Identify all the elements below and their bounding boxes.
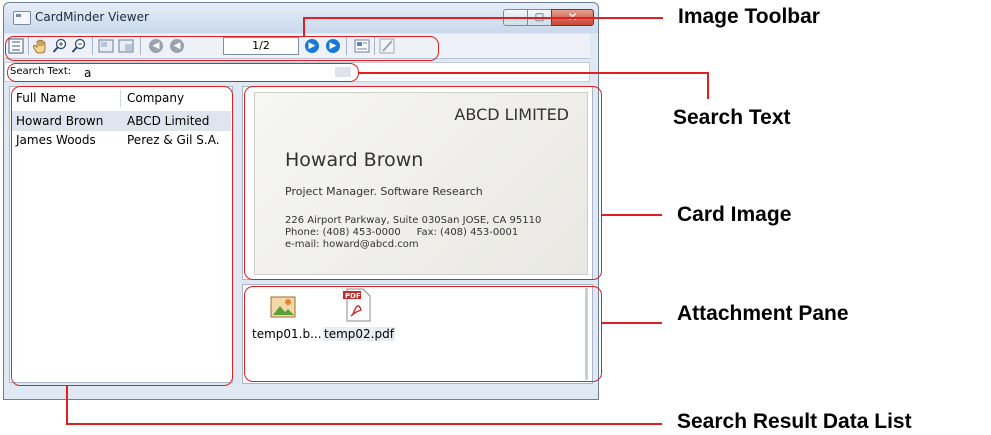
callout-line bbox=[303, 17, 663, 19]
callout-line bbox=[66, 423, 662, 425]
search-highlight bbox=[7, 63, 359, 82]
callout-attachment-pane: Attachment Pane bbox=[677, 302, 849, 325]
callout-image-toolbar: Image Toolbar bbox=[678, 5, 820, 28]
card-image-highlight bbox=[244, 86, 602, 280]
window-title: CardMinder Viewer bbox=[35, 10, 149, 24]
callout-line bbox=[602, 214, 662, 216]
callout-line bbox=[66, 386, 68, 424]
callout-card-image: Card Image bbox=[677, 203, 792, 226]
result-list-highlight bbox=[11, 86, 233, 386]
toolbar-highlight bbox=[5, 36, 439, 61]
app-icon bbox=[13, 11, 31, 25]
callout-line bbox=[303, 17, 305, 37]
callout-line bbox=[602, 322, 662, 324]
callout-search-text: Search Text bbox=[673, 106, 791, 129]
callout-search-result-list: Search Result Data List bbox=[677, 410, 912, 433]
callout-line bbox=[358, 72, 708, 74]
attachment-highlight bbox=[244, 286, 602, 382]
callout-line bbox=[707, 72, 709, 99]
